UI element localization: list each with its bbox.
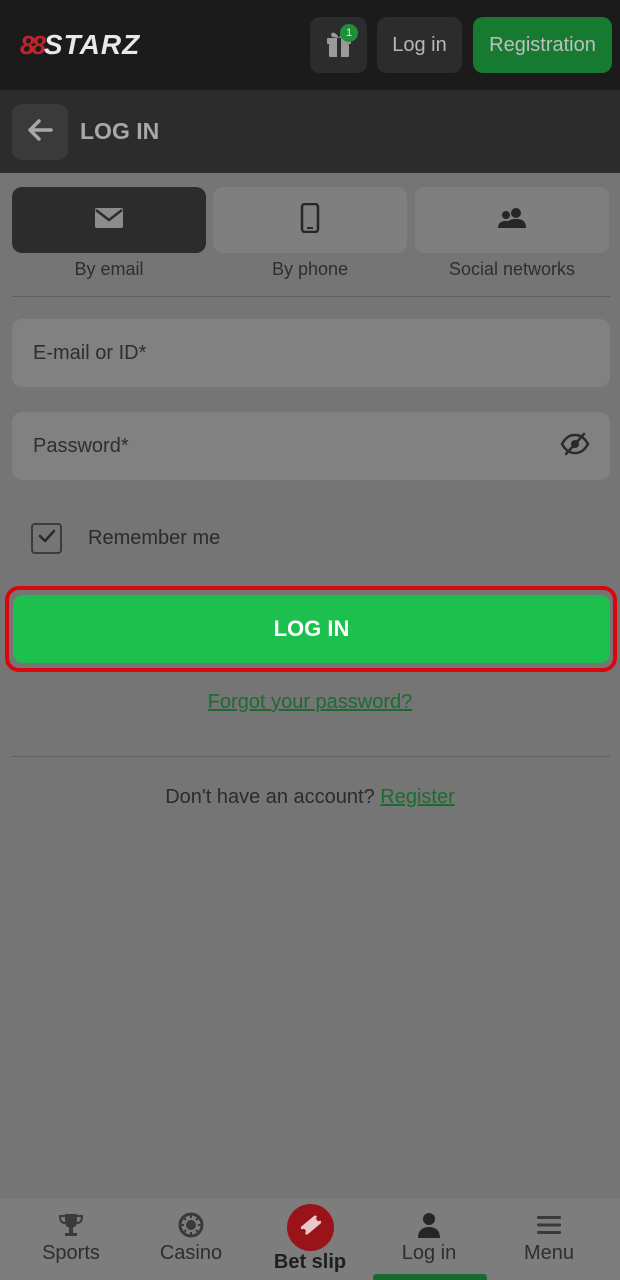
casino-chip-icon <box>178 1212 204 1238</box>
nav-label-sports: Sports <box>42 1242 100 1264</box>
checkmark-icon <box>38 529 56 548</box>
nav-item-log-in[interactable]: Log in <box>370 1199 488 1280</box>
register-link[interactable]: Register <box>380 786 454 808</box>
nav-label-casino: Casino <box>159 1242 223 1264</box>
logo-mark: 88 <box>20 29 46 60</box>
tab-social-networks[interactable] <box>415 187 609 253</box>
tab-label-social-networks: Social networks <box>448 259 576 279</box>
password-input[interactable] <box>33 434 533 458</box>
no-account-text: Don't have an account? <box>165 786 375 808</box>
top-header: 88 STARZ 1 Log in Registration <box>0 0 620 90</box>
ticket-icon <box>298 1212 324 1243</box>
logo-text: STARZ <box>43 29 141 60</box>
header-registration-button[interactable]: Registration <box>473 17 612 73</box>
email-input[interactable] <box>33 341 533 365</box>
nav-item-casino[interactable]: Casino <box>132 1199 250 1280</box>
user-icon <box>417 1212 441 1238</box>
envelope-icon <box>94 207 124 234</box>
brand-logo[interactable]: 88 STARZ <box>20 28 140 62</box>
tab-by-phone[interactable] <box>213 187 407 253</box>
eye-slash-icon <box>560 432 590 461</box>
toggle-password-visibility-button[interactable] <box>560 432 590 460</box>
login-submit-button[interactable]: LOG IN <box>13 595 610 663</box>
page-title-bar: LOG IN <box>0 90 620 173</box>
tab-label-by-email: By email <box>74 259 144 279</box>
login-page: 88 STARZ 1 Log in Registration LOG IN By… <box>0 0 620 1280</box>
trophy-icon <box>58 1212 84 1238</box>
nav-item-sports[interactable]: Sports <box>12 1199 130 1280</box>
remember-me-checkbox[interactable] <box>31 523 62 554</box>
no-account-row: Don't have an account? Register <box>0 786 620 809</box>
page-title: LOG IN <box>80 118 160 144</box>
arrow-left-icon <box>27 118 53 146</box>
nav-item-menu[interactable]: Menu <box>490 1199 608 1280</box>
forgot-password-link[interactable]: Forgot your password? <box>0 691 620 714</box>
nav-label-bet-slip[interactable]: Bet slip <box>250 1251 370 1274</box>
bet-slip-button[interactable] <box>287 1204 334 1251</box>
back-button[interactable] <box>12 104 68 160</box>
remember-me-label[interactable]: Remember me <box>88 527 220 550</box>
nav-label-log-in: Log in <box>401 1242 457 1264</box>
header-login-button[interactable]: Log in <box>377 17 462 73</box>
register-divider <box>12 756 610 757</box>
password-field[interactable] <box>12 412 610 480</box>
hamburger-icon <box>536 1212 562 1238</box>
active-nav-indicator <box>373 1274 487 1280</box>
tabs-divider <box>12 296 610 297</box>
gift-button[interactable]: 1 <box>310 17 367 73</box>
email-field[interactable] <box>12 319 610 387</box>
phone-icon <box>300 202 320 238</box>
tab-by-email[interactable] <box>12 187 206 253</box>
gift-count-badge: 1 <box>340 24 358 42</box>
people-icon <box>497 207 527 234</box>
nav-label-menu: Menu <box>523 1242 575 1264</box>
tab-label-by-phone: By phone <box>271 259 349 279</box>
